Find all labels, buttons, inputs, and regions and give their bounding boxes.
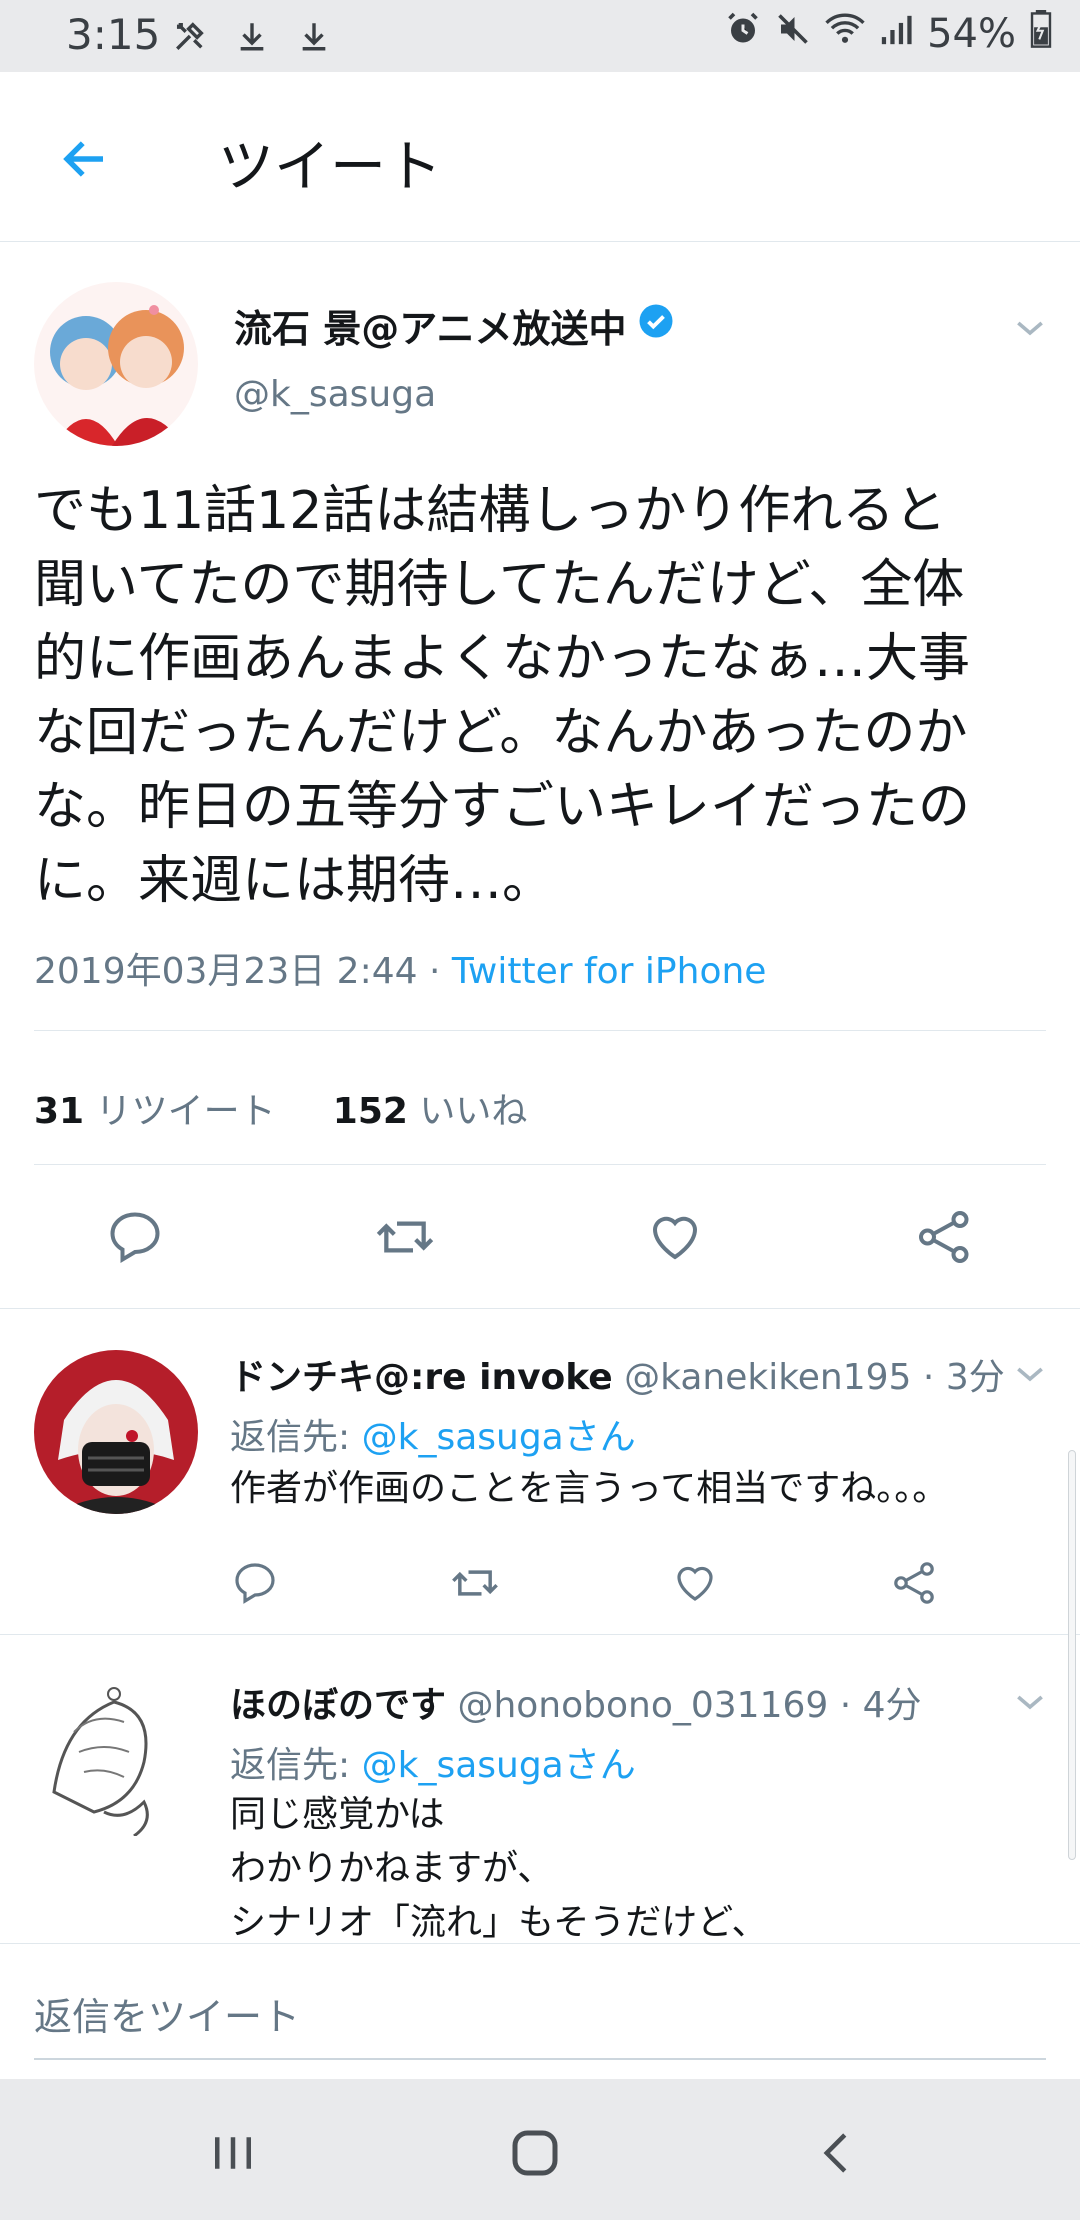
divider [0, 1308, 1080, 1309]
reply-to-link[interactable]: @k_sasugaさん [362, 1745, 636, 1786]
reply-author-name[interactable]: ドンチキ@:re invoke [230, 1357, 613, 1398]
divider [0, 1634, 1080, 1635]
reply-icon [110, 1212, 160, 1264]
author-name[interactable]: 流石 景@アニメ放送中 [234, 298, 674, 353]
avatar[interactable] [34, 1350, 198, 1514]
page-title: ツイート [218, 135, 442, 200]
avatar[interactable] [34, 1672, 198, 1836]
tweet-text-line: 聞いてたので期待してたんだけど、全体 [34, 555, 965, 615]
chevron-left-icon [823, 2133, 847, 2173]
tweet-text: でも11話12話は結構しっかり作れると 聞いてたので期待してたんだけど、全体 的… [34, 474, 1054, 918]
arrow-left-icon [63, 141, 103, 177]
divider [34, 1164, 1046, 1165]
retweet-stat[interactable]: 31 リツイート [34, 1091, 276, 1132]
reply-text-line: わかりかねますが、 [230, 1848, 554, 1889]
tweet-text-line: な回だったんだけど。なんかあったのか [34, 703, 968, 763]
signal-icon [879, 11, 913, 57]
reply-header: ドンチキ@:re invoke @kanekiken195 · 3分 [230, 1357, 1005, 1398]
like-button[interactable] [660, 1548, 730, 1618]
tweet-text-line: 的に作画あんまよくなかったなぁ…大事 [34, 629, 971, 689]
download-icon [232, 16, 272, 56]
reply-text-line: シナリオ「流れ」もそうだけど、 [230, 1902, 768, 1943]
reply-text-line: 作者が作画のことを言うって相当ですね。。。 [230, 1468, 949, 1509]
system-nav-bar [0, 2079, 1080, 2220]
reply-icon [235, 1563, 275, 1604]
reply-text: 作者が作画のことを言うって相当ですね。。。 [230, 1462, 948, 1516]
wifi-icon [825, 11, 865, 57]
share-icon [919, 1211, 969, 1263]
back-button[interactable] [50, 124, 120, 194]
verified-badge-icon [638, 303, 674, 348]
chevron-down-icon[interactable] [1010, 308, 1050, 348]
home-button[interactable] [495, 2113, 575, 2193]
home-icon [512, 2130, 558, 2176]
tweet-text-line: に。来週には期待…。 [34, 851, 555, 911]
tweet-meta: 2019年03月23日 2:44 · Twitter for iPhone [34, 942, 766, 994]
reply-handle[interactable]: @honobono_031169 [457, 1685, 828, 1726]
reply-handle[interactable]: @kanekiken195 [624, 1357, 911, 1398]
divider [34, 1030, 1046, 1031]
download-icon [294, 16, 334, 56]
mute-icon [775, 11, 811, 57]
retweet-icon [376, 1221, 434, 1253]
scrollbar[interactable] [1068, 1450, 1076, 1860]
reply-button[interactable] [100, 1202, 170, 1272]
meta-separator: · [417, 951, 452, 992]
heart-icon [652, 1216, 698, 1260]
avatar[interactable] [34, 282, 198, 446]
reply-text: 同じ感覚かは わかりかねますが、 シナリオ「流れ」もそうだけど、 [230, 1788, 767, 1943]
author-handle[interactable]: @k_sasuga [234, 374, 436, 415]
reply-text-line: 同じ感覚かは [230, 1794, 445, 1835]
reply-tweet[interactable]: ドンチキ@:re invoke @kanekiken195 · 3分 返信先: … [0, 1310, 1080, 1636]
tweet-source-link[interactable]: Twitter for iPhone [452, 951, 767, 992]
app-bar: ツイート [0, 72, 1080, 242]
reply-to: 返信先: @k_sasugaさん [230, 1745, 636, 1786]
reply-author-name[interactable]: ほのぼのです [230, 1685, 446, 1726]
tweet-stats: 31 リツイート 152 いいね [34, 1082, 527, 1134]
reply-compose[interactable]: 返信をツイート [0, 1943, 1080, 2079]
battery-percent: 54% [927, 11, 1016, 57]
reply-time: 3分 [945, 1357, 1005, 1398]
like-stat[interactable]: 152 いいね [333, 1091, 528, 1132]
tweet-actions [0, 1202, 1080, 1312]
status-time: 3:15 [66, 10, 161, 59]
reply-to-link[interactable]: @k_sasugaさん [362, 1417, 636, 1458]
retweet-button[interactable] [440, 1548, 510, 1618]
recent-apps-icon [215, 2137, 251, 2169]
chevron-down-icon[interactable] [1010, 1354, 1050, 1394]
tweet-timestamp: 2019年03月23日 2:44 [34, 951, 418, 992]
reply-button[interactable] [220, 1548, 290, 1618]
tools-icon [170, 16, 210, 56]
like-button[interactable] [640, 1202, 710, 1272]
recent-apps-button[interactable] [193, 2113, 273, 2193]
reply-tweet[interactable]: ほのぼのです @honobono_031169 · 4分 返信先: @k_sas… [0, 1636, 1080, 1943]
retweet-button[interactable] [370, 1202, 440, 1272]
share-icon [894, 1562, 934, 1604]
back-nav-button[interactable] [798, 2113, 878, 2193]
input-underline [34, 2058, 1046, 2060]
battery-icon [1030, 10, 1052, 58]
alarm-icon [725, 11, 761, 57]
tweet-text-line: でも11話12話は結構しっかり作れると [34, 481, 947, 541]
reply-to: 返信先: @k_sasugaさん [230, 1417, 636, 1458]
tweet-text-line: な。昨日の五等分すごいキレイだったの [34, 777, 971, 837]
reply-time: 4分 [862, 1685, 922, 1726]
reply-header: ほのぼのです @honobono_031169 · 4分 [230, 1685, 922, 1726]
reply-input[interactable]: 返信をツイート [34, 1986, 300, 2041]
share-button[interactable] [910, 1202, 980, 1272]
retweet-icon [452, 1570, 498, 1596]
share-button[interactable] [880, 1548, 950, 1618]
chevron-down-icon[interactable] [1010, 1682, 1050, 1722]
status-bar: 3:15 54% [0, 0, 1080, 72]
heart-icon [677, 1566, 713, 1601]
